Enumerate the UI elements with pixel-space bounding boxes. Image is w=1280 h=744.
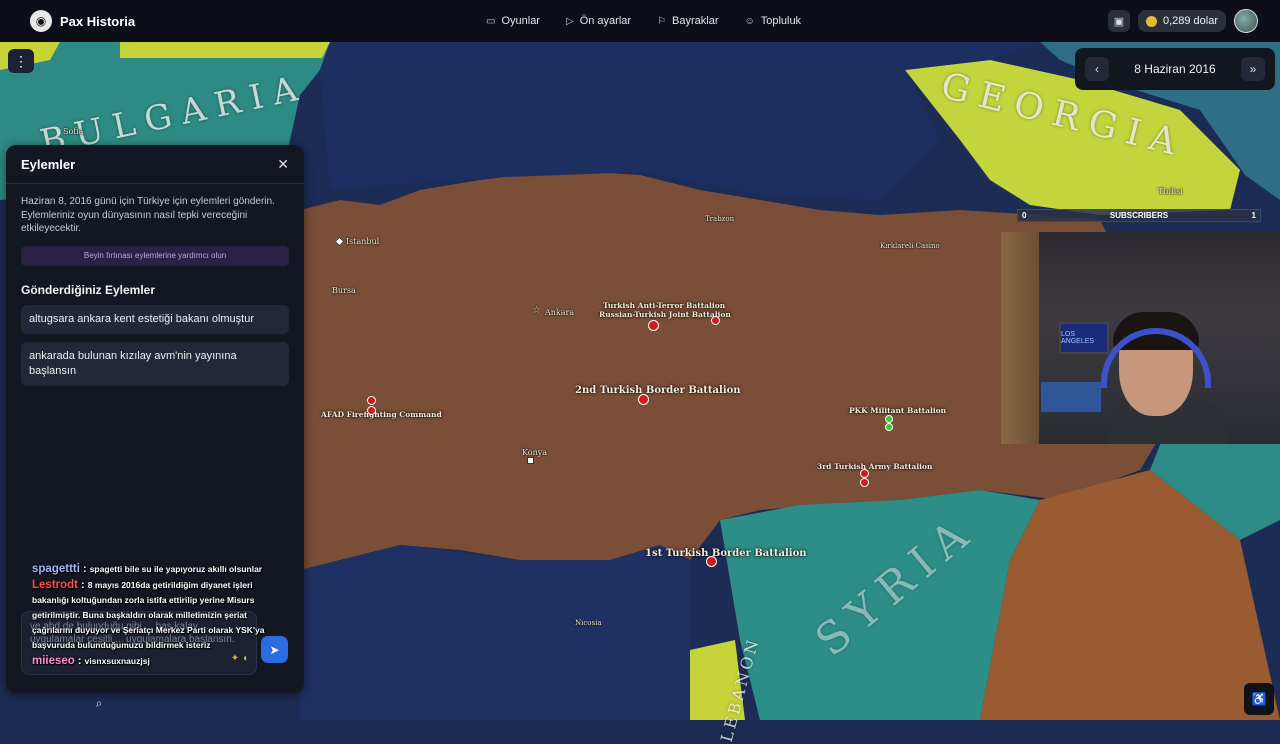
submitted-action[interactable]: altugsara ankara kent estetiği bakanı ol… (21, 304, 289, 334)
chat-message: spagettti : spagetti bile su ile yapıyor… (32, 563, 263, 575)
chevron-left-icon[interactable]: ‹ (1085, 57, 1109, 81)
city-bursa[interactable]: Bursa (332, 286, 356, 295)
webcam-poster: LOS ANGELES (1059, 322, 1109, 354)
unit-marker[interactable] (711, 316, 720, 325)
flag-icon: ⚐ (657, 15, 667, 27)
nav-label: Topluluk (760, 15, 802, 27)
subs-count-right: 1 (1251, 211, 1256, 220)
unit-marker[interactable] (367, 406, 376, 415)
users-icon: ☺ (744, 15, 755, 27)
globe-icon: ◉ (30, 10, 52, 32)
webcam-light (1041, 382, 1101, 412)
unit-marker[interactable] (885, 423, 893, 431)
city-kirklareli-casino[interactable]: Kırklareli Casino (880, 242, 940, 250)
city-ankara[interactable]: Ankara (545, 308, 574, 317)
panel-header: Eylemler ✕ (6, 145, 304, 184)
search-icon[interactable]: ⌕ (90, 694, 108, 712)
nav-label: Bayraklar (672, 15, 719, 27)
nav-presets[interactable]: ▷ Ön ayarlar (566, 15, 631, 27)
webcam-shelf (1001, 232, 1039, 444)
main-nav: ▭ Oyunlar ▷ Ön ayarlar ⚐ Bayraklar ☺ Toplulu… (486, 0, 801, 42)
city-sofia[interactable]: Sofia (63, 127, 83, 136)
chat-message: miieseo : visnxsuxnauzjsj (32, 655, 150, 667)
fast-forward-icon[interactable]: » (1240, 57, 1265, 81)
submitted-actions-title: Gönderdiğiniz Eylemler (21, 282, 156, 297)
nav-label: Ön ayarlar (579, 15, 632, 27)
unit-marker[interactable] (648, 320, 659, 331)
chat-text: visnxsuxnauzjsj (84, 656, 150, 666)
app-name: Pax Historia (60, 13, 136, 29)
current-date: 8 Haziran 2016 (1134, 62, 1216, 76)
unit-marker[interactable] (638, 394, 649, 405)
date-panel: ‹ 8 Haziran 2016 » (1075, 48, 1275, 90)
play-icon: ▷ (565, 15, 574, 27)
unit-afad-firefighting[interactable]: AFAD Firefighting Command (321, 410, 442, 419)
coin-icon (1145, 15, 1157, 27)
nav-community[interactable]: ☺ Topluluk (744, 15, 801, 27)
more-menu-icon[interactable]: ⋮ (8, 49, 34, 73)
unit-marker[interactable] (860, 478, 869, 487)
avatar[interactable] (1234, 9, 1258, 33)
city-marker[interactable] (527, 457, 534, 464)
subs-label: SUBSCRIBERS (1109, 211, 1169, 220)
romania-region (120, 42, 330, 58)
chat-username: Lestrodt (32, 579, 78, 591)
unit-marker[interactable] (706, 556, 717, 567)
balance-text: 0,289 dolar (1162, 15, 1218, 27)
capital-star-icon: ☆ (532, 305, 541, 316)
account-area: ▣ 0,289 dolar (1107, 9, 1258, 33)
city-trabzon[interactable]: Trabzon (705, 215, 734, 223)
panel-description: Haziran 8, 2016 günü için Türkiye için e… (21, 196, 275, 234)
subs-count-left: 0 (1022, 211, 1027, 220)
webcam-overlay: LOS ANGELES (1001, 232, 1280, 444)
unit-marker[interactable] (860, 469, 869, 478)
accessibility-icon[interactable]: ♿ (1244, 683, 1274, 715)
city-konya[interactable]: Konya (522, 448, 547, 457)
city-tbilisi[interactable]: Tbilisi (1158, 187, 1183, 196)
chat-text: spagetti bile su ile yapıyoruz akıllı ol… (89, 564, 263, 574)
unit-anti-terror-battalion[interactable]: Turkish Anti-Terror Battalion (603, 301, 725, 310)
nav-label: Oyunlar (501, 15, 540, 27)
unit-1st-border-battalion[interactable]: 1st Turkish Border Battalion (645, 548, 807, 559)
city-nicosia[interactable]: Nicosia (575, 619, 602, 627)
city-istanbul[interactable]: Istanbul (346, 237, 379, 246)
panel-title: Eylemler (21, 156, 76, 172)
chat-username: spagettti (32, 563, 80, 575)
unit-marker[interactable] (367, 396, 376, 405)
submitted-action[interactable]: ankarada bulunan kızılay avm'nin yayının… (21, 341, 289, 386)
mediterranean-sea (300, 545, 690, 720)
unit-marker[interactable] (885, 415, 893, 423)
stream-chat: spagettti : spagetti bile su ile yapıyor… (32, 562, 272, 670)
gift-icon[interactable]: ▣ (1107, 10, 1130, 32)
unit-2nd-border-battalion[interactable]: 2nd Turkish Border Battalion (575, 385, 741, 396)
close-icon[interactable]: ✕ (277, 156, 289, 173)
top-bar: ◉ Pax Historia ▭ Oyunlar ▷ Ön ayarlar ⚐ Bay… (0, 0, 1280, 42)
unit-pkk-militant[interactable]: PKK Militant Battalion (849, 406, 946, 415)
chat-message: Lestrodt : 8 mayıs 2016da getirildiğim d… (32, 579, 265, 650)
subscribers-bar: 0 SUBSCRIBERS 1 (1017, 209, 1261, 222)
nav-games[interactable]: ▭ Oyunlar (486, 15, 540, 27)
nav-flags[interactable]: ⚐ Bayraklar (657, 15, 718, 27)
balance-button[interactable]: 0,289 dolar (1137, 10, 1226, 32)
unit-3rd-army-battalion[interactable]: 3rd Turkish Army Battalion (817, 462, 932, 471)
brainstorm-button[interactable]: Beyin fırtınası eylemlerine yardımcı olu… (21, 245, 289, 266)
chat-username: miieseo (32, 655, 75, 667)
gamepad-icon: ▭ (486, 15, 496, 27)
app-logo[interactable]: ◉ Pax Historia (30, 10, 135, 32)
